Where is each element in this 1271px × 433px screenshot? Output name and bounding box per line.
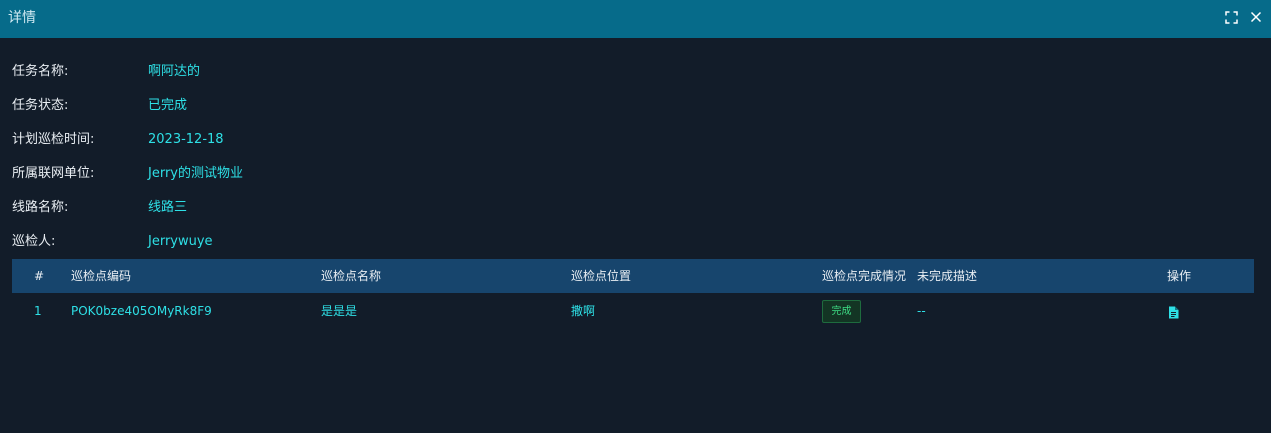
column-header-action: 操作 xyxy=(1167,269,1192,283)
row-index: 1 xyxy=(34,304,42,318)
field-value-unit: Jerry的测试物业 xyxy=(148,166,243,181)
dialog-titlebar: 详情 xyxy=(0,0,1271,38)
column-header-description: 未完成描述 xyxy=(917,269,978,283)
table-row: 1 POK0bze405OMyRk8F9 是是是 撒啊 完成 -- xyxy=(12,293,1254,329)
close-icon[interactable] xyxy=(1247,8,1265,26)
column-header-position: 巡检点位置 xyxy=(571,269,632,283)
row-description: -- xyxy=(917,304,926,318)
inspection-points-table: # 巡检点编码 巡检点名称 巡检点位置 巡检点完成情况 未完成描述 操作 1 P… xyxy=(12,259,1254,329)
field-value-plan-time: 2023-12-18 xyxy=(148,132,224,147)
column-header-index: # xyxy=(34,269,45,283)
field-value-task-name: 啊阿达的 xyxy=(148,64,201,79)
field-label-unit: 所属联网单位: xyxy=(12,166,95,181)
field-label-route-name: 线路名称: xyxy=(12,200,69,215)
field-label-inspector: 巡检人: xyxy=(12,234,56,249)
field-value-inspector: Jerrywuye xyxy=(148,234,213,249)
field-label-plan-time: 计划巡检时间: xyxy=(12,132,95,147)
row-code: POK0bze405OMyRk8F9 xyxy=(71,304,212,318)
field-value-route-name: 线路三 xyxy=(148,200,188,215)
dialog-title: 详情 xyxy=(8,10,36,26)
table-header: # 巡检点编码 巡检点名称 巡检点位置 巡检点完成情况 未完成描述 操作 xyxy=(12,259,1254,293)
field-label-task-name: 任务名称: xyxy=(12,64,69,79)
field-label-task-status: 任务状态: xyxy=(12,98,69,113)
row-position: 撒啊 xyxy=(571,304,596,318)
field-value-task-status: 已完成 xyxy=(148,98,188,113)
column-header-status: 巡检点完成情况 xyxy=(822,269,907,283)
row-name: 是是是 xyxy=(321,304,358,318)
column-header-name: 巡检点名称 xyxy=(321,269,382,283)
column-header-code: 巡检点编码 xyxy=(71,269,132,283)
fullscreen-icon[interactable] xyxy=(1222,8,1240,26)
document-icon[interactable] xyxy=(1168,304,1179,319)
status-badge: 完成 xyxy=(822,300,861,323)
